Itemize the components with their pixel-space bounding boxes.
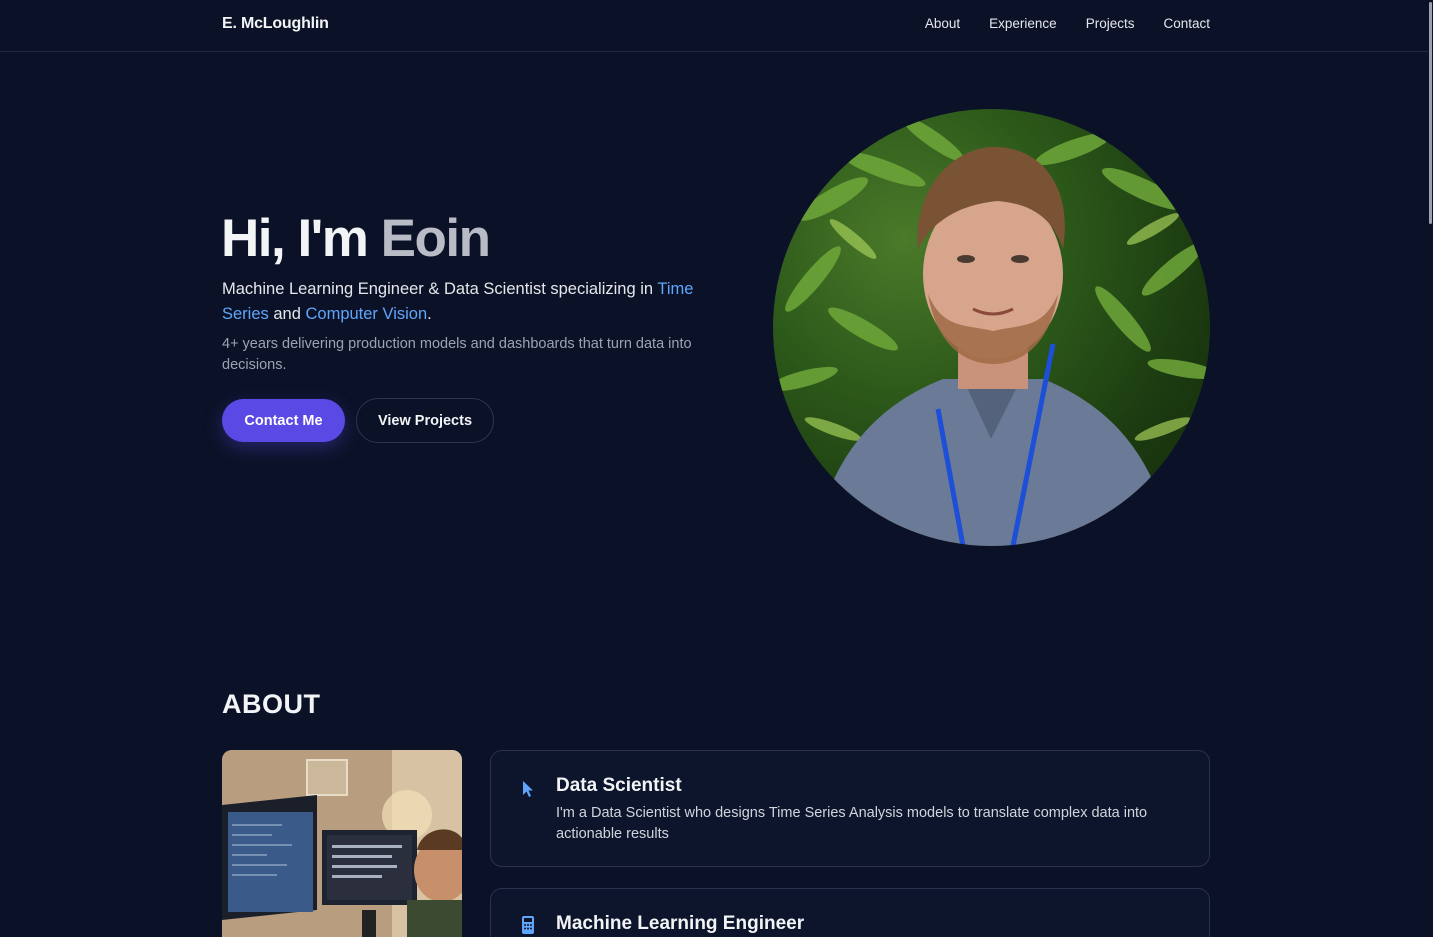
hero-subtitle: Machine Learning Engineer & Data Scienti…: [222, 277, 732, 327]
nav-about[interactable]: About: [925, 16, 960, 31]
profile-photo: [773, 109, 1210, 546]
hero-subtitle-text: .: [427, 305, 432, 323]
about-heading: ABOUT: [222, 689, 321, 719]
site-header: E. McLoughlin About Experience Projects …: [0, 0, 1428, 52]
nav-projects[interactable]: Projects: [1086, 16, 1135, 31]
view-projects-button[interactable]: View Projects: [356, 398, 494, 443]
card-title: Machine Learning Engineer: [556, 913, 805, 934]
hero-greeting: Hi, I'm: [221, 209, 381, 268]
hero-subtitle-text: Machine Learning Engineer & Data Scienti…: [222, 280, 658, 298]
highlight-computer-vision: Computer Vision: [305, 305, 428, 323]
main-nav: About Experience Projects Contact: [925, 16, 1210, 31]
hero-description: 4+ years delivering production models an…: [222, 336, 692, 373]
hero-name: Eoin: [380, 209, 491, 268]
hero-title: Hi, I'm Eoin: [221, 208, 491, 269]
hero-subtitle-text: and: [268, 305, 306, 323]
cursor-icon: [520, 779, 536, 799]
scrollbar-thumb[interactable]: [1429, 2, 1432, 224]
about-card-ml-engineer: Machine Learning Engineer: [490, 888, 1210, 937]
about-workspace-photo: [222, 750, 462, 937]
nav-experience[interactable]: Experience: [989, 16, 1057, 31]
calculator-icon: [520, 915, 536, 935]
nav-contact[interactable]: Contact: [1163, 16, 1210, 31]
about-card-data-scientist: Data Scientist I'm a Data Scientist who …: [490, 750, 1210, 867]
card-text: I'm a Data Scientist who designs Time Se…: [556, 805, 1148, 842]
card-title: Data Scientist: [556, 775, 682, 796]
contact-me-button[interactable]: Contact Me: [222, 399, 345, 442]
brand-logo[interactable]: E. McLoughlin: [222, 15, 329, 33]
